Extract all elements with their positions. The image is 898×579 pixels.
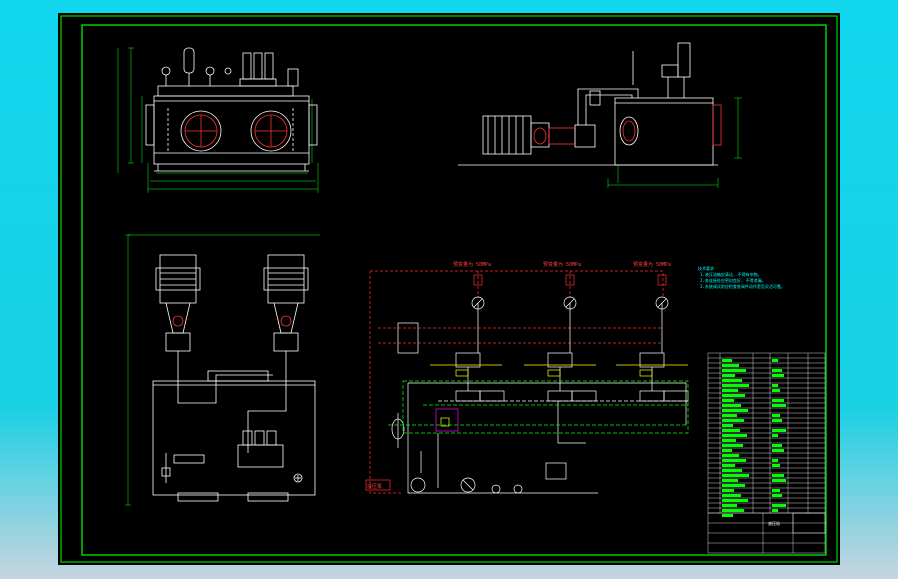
parts-row-entry xyxy=(722,474,749,477)
parts-row-entry xyxy=(722,389,738,392)
parts-row-qty xyxy=(772,399,784,402)
parts-row-entry xyxy=(722,479,738,482)
parts-row-qty xyxy=(772,444,782,447)
parts-row-entry xyxy=(722,394,745,397)
parts-row-entry xyxy=(722,379,742,382)
outer-frame xyxy=(60,15,838,563)
parts-row-entry xyxy=(722,399,734,402)
pressure-set-label-2: 预变量为 50MPa xyxy=(543,261,581,268)
parts-row-entry xyxy=(722,439,736,442)
parts-row-qty xyxy=(772,434,778,437)
parts-row-entry xyxy=(722,484,745,487)
parts-row-entry xyxy=(722,459,746,462)
parts-row-qty xyxy=(772,504,786,507)
parts-row-qty xyxy=(772,429,786,432)
parts-row-entry xyxy=(722,409,748,412)
parts-row-qty xyxy=(772,404,786,407)
pump-label: 液压泵 xyxy=(367,483,382,490)
parts-row-entry xyxy=(722,494,741,497)
notes-line-3: 3.系统调试前应检查各阀件动作是否灵活可靠。 xyxy=(700,283,785,289)
side-view xyxy=(458,42,742,188)
notes-line-2: 2.各连接处应密封良好, 不得渗漏。 xyxy=(700,277,766,283)
technical-notes: 技术要求 1.液压油箱应清洁, 不得有杂物。 2.各连接处应密封良好, 不得渗漏… xyxy=(698,265,785,289)
notes-line-1: 1.液压油箱应清洁, 不得有杂物。 xyxy=(700,271,762,277)
parts-row-qty xyxy=(772,464,780,467)
parts-row-entry xyxy=(722,514,733,517)
cad-drawing: 预变量为 50MPa 预变量为 50MPa 预变量为 50MPa 液压泵 技术要… xyxy=(60,15,838,563)
notes-title: 技术要求 xyxy=(698,265,714,271)
title-block xyxy=(708,512,826,553)
drawing-sheet: 预变量为 50MPa 预变量为 50MPa 预变量为 50MPa 液压泵 技术要… xyxy=(58,13,840,565)
parts-row-qty xyxy=(772,474,784,477)
parts-row-qty xyxy=(772,369,782,372)
parts-row-entry xyxy=(722,509,744,512)
parts-row-entry xyxy=(722,444,743,447)
parts-row-qty xyxy=(772,449,784,452)
front-view xyxy=(117,47,319,193)
parts-row-entry xyxy=(722,464,735,467)
parts-row-qty xyxy=(772,489,780,492)
parts-row-qty xyxy=(772,414,780,417)
parts-row-entry xyxy=(722,374,735,377)
parts-row-qty xyxy=(772,389,780,392)
parts-row-entry xyxy=(722,499,748,502)
parts-row-entry xyxy=(722,449,732,452)
parts-row-entry xyxy=(722,384,749,387)
hydraulic-schematic xyxy=(365,270,689,494)
parts-row-entry xyxy=(722,364,739,367)
parts-row-entry xyxy=(722,504,737,507)
parts-row-qty xyxy=(772,479,786,482)
parts-row-qty xyxy=(772,374,784,377)
parts-row-qty xyxy=(772,384,778,387)
pressure-set-label-1: 预变量为 50MPa xyxy=(453,261,491,268)
top-view xyxy=(125,234,320,506)
title-block-name: 液压站 xyxy=(768,520,780,526)
parts-row-qty xyxy=(772,509,778,512)
parts-row-entry xyxy=(722,404,741,407)
parts-row-entry xyxy=(722,414,737,417)
parts-row-entry xyxy=(722,429,740,432)
parts-row-entry xyxy=(722,434,747,437)
parts-row-entry xyxy=(722,454,739,457)
pressure-set-label-3: 预变量为 50MPa xyxy=(633,261,671,268)
parts-row-entry xyxy=(722,469,742,472)
parts-row-entry xyxy=(722,489,734,492)
parts-row-qty xyxy=(772,494,782,497)
parts-row-entry xyxy=(722,359,732,362)
parts-row-qty xyxy=(772,359,778,362)
parts-row-entry xyxy=(722,369,746,372)
parts-row-qty xyxy=(772,419,782,422)
parts-row-entry xyxy=(722,424,733,427)
parts-row-qty xyxy=(772,459,778,462)
parts-row-entry xyxy=(722,419,744,422)
